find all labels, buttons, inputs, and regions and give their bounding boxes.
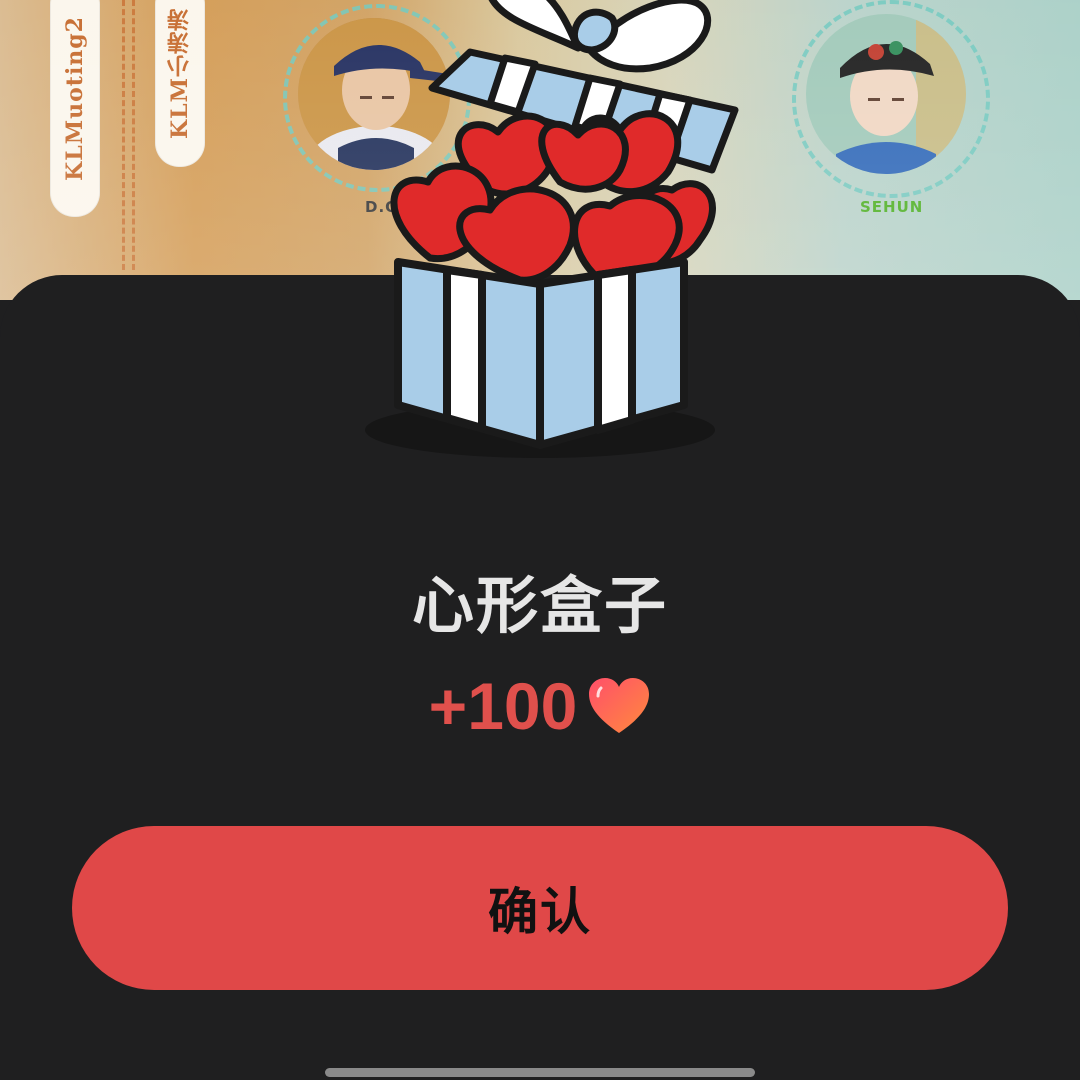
avatar[interactable] — [806, 14, 966, 174]
decorative-dashed-line — [132, 0, 135, 270]
user-tag-left-text: KLMuoting2 — [62, 16, 88, 181]
reward-value: +100 — [428, 669, 578, 743]
dialog-title: 心形盒子 — [411, 569, 668, 642]
avatar-ring — [792, 0, 990, 198]
avatar-name-right: SEHUN — [860, 198, 924, 216]
heart-gift-box-icon — [365, 0, 739, 458]
user-tag-right: KLM小涛涛 — [155, 0, 205, 167]
reward-amount: +100 — [0, 666, 1080, 746]
user-tag-left: KLMuoting2 — [50, 0, 100, 217]
confirm-button[interactable]: 确认 — [72, 826, 1008, 990]
home-indicator[interactable] — [325, 1068, 755, 1077]
decorative-dashed-line — [122, 0, 125, 270]
avatar-portrait — [806, 14, 966, 174]
user-tag-right-text: KLM小涛涛 — [167, 8, 193, 139]
heart-icon — [589, 678, 650, 733]
